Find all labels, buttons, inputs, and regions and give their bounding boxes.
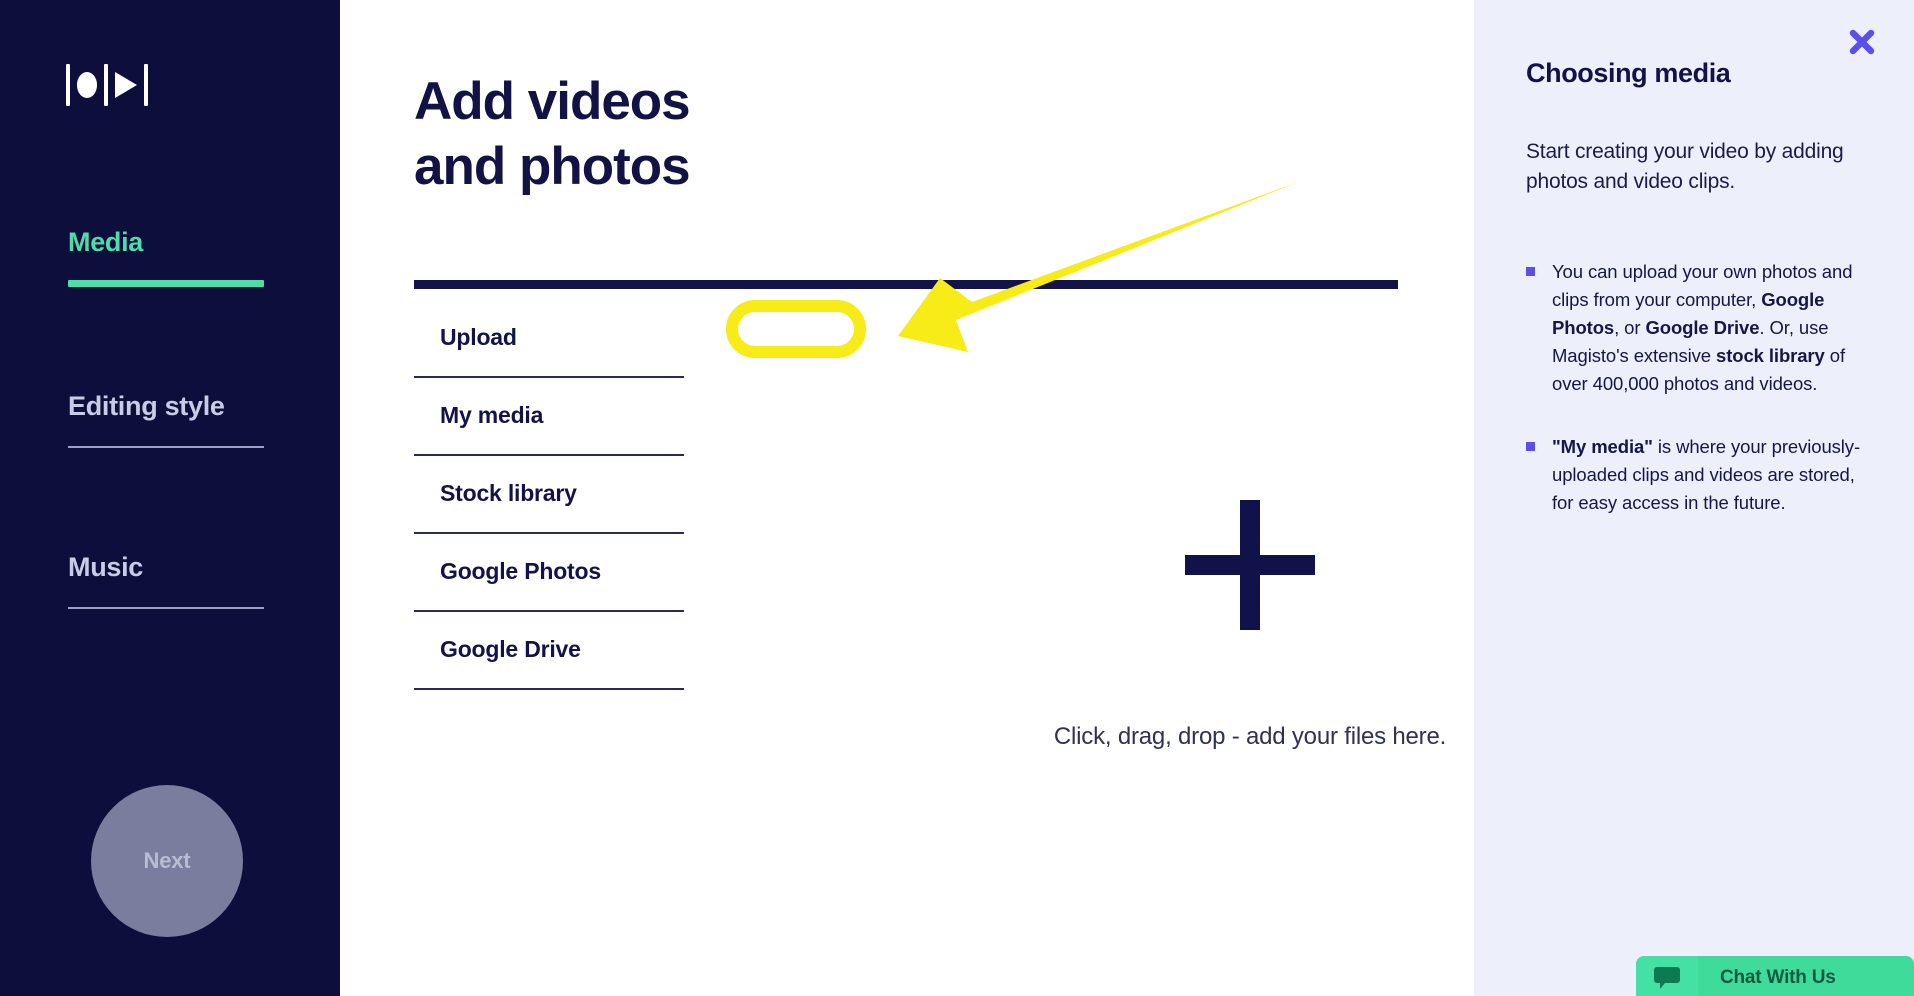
- bullet-marker-icon: [1526, 441, 1535, 451]
- sidebar-item-media[interactable]: Media: [68, 227, 268, 287]
- media-source-google-drive-divider: [414, 688, 684, 690]
- sidebar-item-music-underline: [68, 606, 264, 609]
- sidebar-item-editing-style[interactable]: Editing style: [68, 391, 268, 448]
- section-divider: [414, 280, 1398, 289]
- close-icon[interactable]: [1842, 22, 1882, 62]
- logo-play-triangle-icon: [115, 72, 138, 98]
- sidebar-item-music-label: Music: [68, 552, 144, 582]
- chat-widget-label: Chat With Us: [1720, 967, 1836, 988]
- media-source-stock-library-label: Stock library: [440, 480, 577, 506]
- media-source-list: Upload My media Stock library Google Pho…: [414, 300, 684, 690]
- media-source-google-drive[interactable]: Google Drive: [414, 612, 684, 690]
- sidebar-item-media-label: Media: [68, 227, 144, 257]
- sidebar-item-media-underline: [68, 279, 264, 287]
- sidebar: Media Editing style Music Next: [0, 0, 340, 996]
- media-source-google-photos[interactable]: Google Photos: [414, 534, 684, 612]
- media-source-google-photos-label: Google Photos: [440, 558, 601, 584]
- logo-bar-middle: [104, 64, 109, 106]
- main-content: Add videos and photos Upload My media St…: [340, 0, 1474, 996]
- annotation-arrow-icon: [898, 182, 1298, 352]
- file-dropzone[interactable]: Click, drag, drop - add your files here.: [1040, 500, 1460, 751]
- media-source-stock-library[interactable]: Stock library: [414, 456, 684, 534]
- chat-bubble-icon: [1636, 956, 1698, 996]
- media-source-google-drive-label: Google Drive: [440, 636, 581, 662]
- logo-bar-left: [66, 64, 70, 106]
- plus-icon: [1185, 500, 1315, 630]
- chat-widget[interactable]: Chat With Us: [1636, 956, 1914, 996]
- page-title: Add videos and photos: [414, 72, 691, 196]
- sidebar-item-editing-style-label: Editing style: [68, 391, 225, 421]
- next-button-label: Next: [143, 848, 191, 873]
- media-source-my-media[interactable]: My media: [414, 378, 684, 456]
- help-bullet-text: You can upload your own photos and clips…: [1552, 261, 1853, 395]
- next-button[interactable]: Next: [91, 785, 243, 937]
- logo-bar-right: [144, 64, 149, 106]
- help-bullet-text: "My media" is where your previously-uplo…: [1552, 435, 1861, 513]
- media-source-upload-label: Upload: [440, 324, 517, 350]
- magisto-play-logo-icon: [66, 62, 149, 108]
- sidebar-item-music[interactable]: Music: [68, 552, 268, 609]
- dropzone-text: Click, drag, drop - add your files here.: [1053, 723, 1447, 750]
- help-panel: Choosing media Start creating your video…: [1474, 0, 1914, 996]
- help-panel-bullet-list: You can upload your own photos and clips…: [1526, 258, 1866, 551]
- media-source-my-media-label: My media: [440, 402, 544, 428]
- media-source-upload[interactable]: Upload: [414, 300, 684, 378]
- help-bullet-item: "My media" is where your previously-uplo…: [1526, 433, 1866, 517]
- help-panel-title: Choosing media: [1526, 58, 1731, 88]
- bullet-marker-icon: [1526, 267, 1535, 276]
- help-bullet-item: You can upload your own photos and clips…: [1526, 258, 1866, 399]
- logo-circle: [76, 72, 98, 98]
- annotation-highlight-ring: [726, 300, 866, 358]
- help-panel-intro: Start creating your video by adding phot…: [1526, 140, 1844, 193]
- sidebar-item-editing-style-underline: [68, 445, 264, 448]
